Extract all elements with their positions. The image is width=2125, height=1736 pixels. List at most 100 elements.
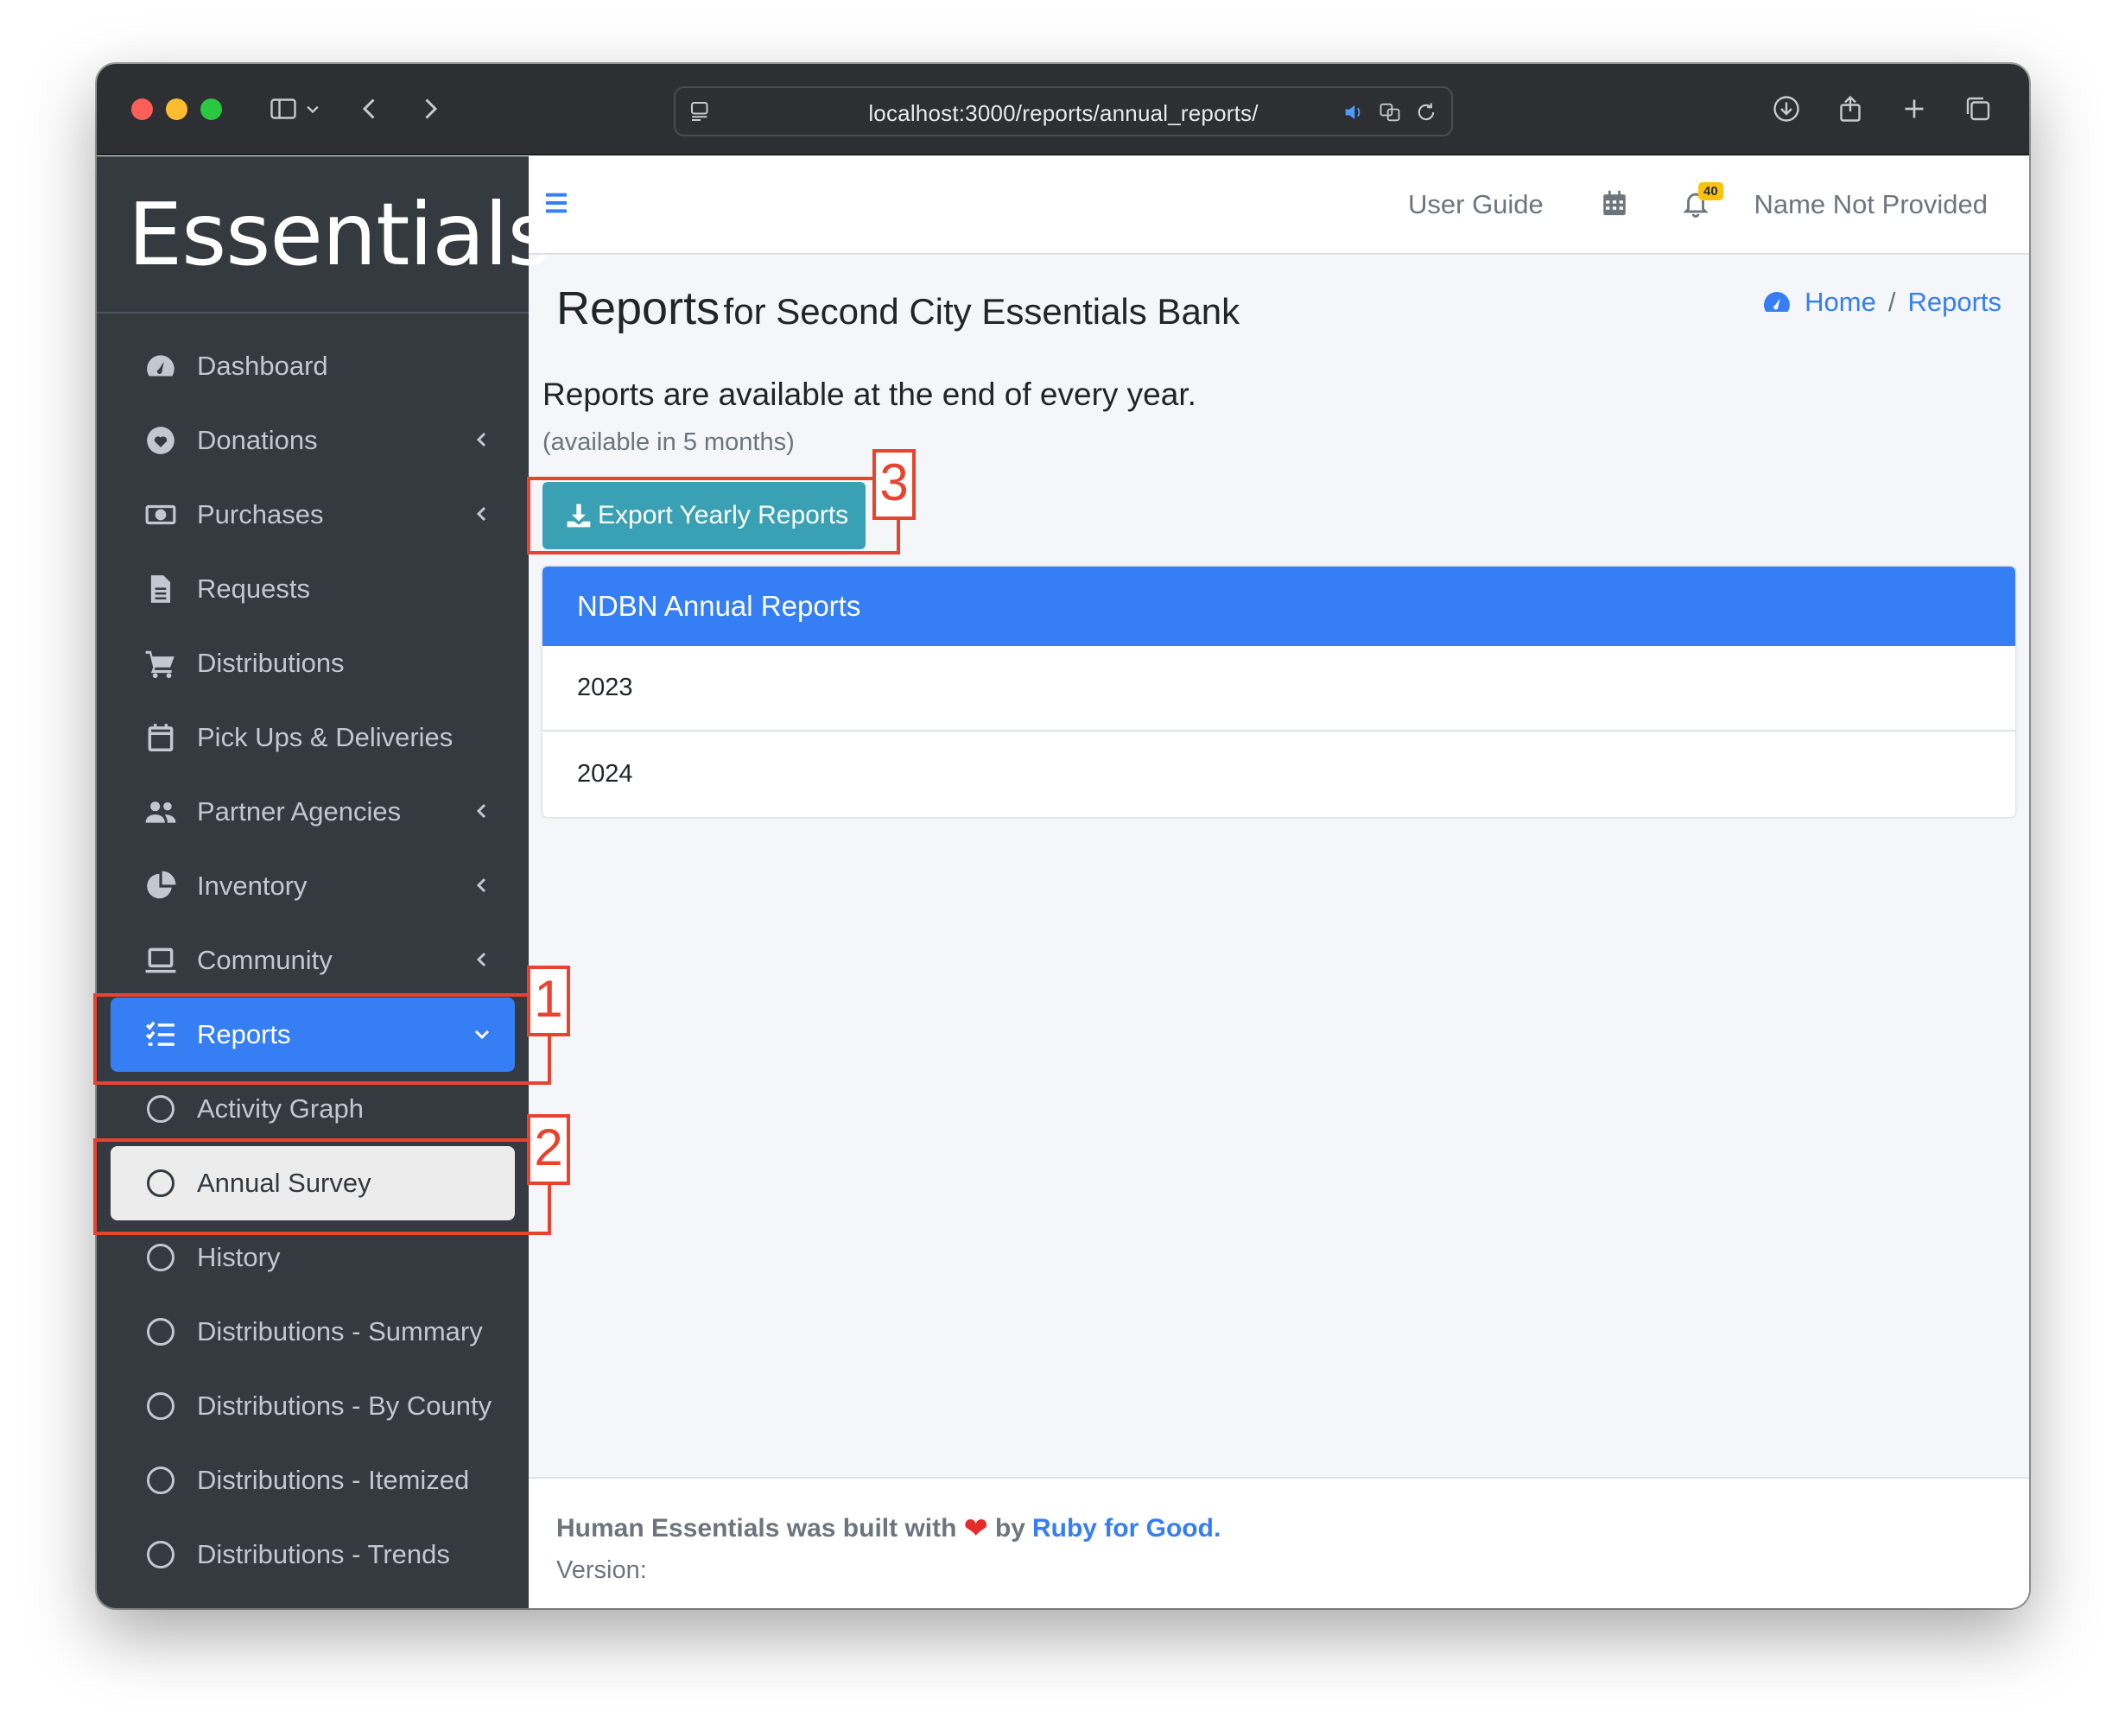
footer: Human Essentials was built with ❤ by Rub…: [529, 1477, 2029, 1608]
reload-icon[interactable]: [1413, 99, 1439, 125]
top-navbar: User Guide 40 Name Not Provided: [529, 156, 2029, 255]
speaker-icon[interactable]: [1341, 99, 1367, 125]
export-yearly-reports-button[interactable]: Export Yearly Reports: [542, 482, 866, 549]
circle-icon: [143, 1389, 178, 1423]
url-text: localhost:3000/reports/annual_reports/: [868, 100, 1259, 126]
sidebar-item-label: Requests: [197, 573, 310, 604]
downloads-icon[interactable]: [1764, 86, 1809, 131]
sidebar-item-dashboard[interactable]: Dashboard: [111, 329, 515, 403]
sidebar-subitem-label: Distributions - Itemized: [197, 1465, 470, 1495]
page-title-main: Reports: [556, 282, 720, 334]
main-content: Reports for Second City Essentials Bank …: [529, 256, 2029, 1477]
sidebar-item-requests[interactable]: Requests: [111, 552, 515, 626]
sidebar: Essentials Dashboard Donations Purchases…: [97, 156, 552, 1608]
file-icon: [143, 572, 178, 606]
browser-window: localhost:3000/reports/annual_reports/ E…: [97, 64, 2029, 1608]
sidebar-subitem-label: Distributions - Trends: [197, 1539, 450, 1569]
sidebar-subitem-label: Activity Graph: [197, 1093, 364, 1124]
sidebar-item-partner-agencies[interactable]: Partner Agencies: [111, 775, 515, 849]
sidebar-subitem-distributions-summary[interactable]: Distributions - Summary: [111, 1295, 515, 1369]
heart-icon: ❤: [963, 1512, 988, 1545]
annual-reports-card: NDBN Annual Reports 2023 2024: [542, 567, 2015, 817]
user-name-menu[interactable]: Name Not Provided: [1754, 189, 1988, 220]
sidebar-nav: Dashboard Donations Purchases Requests D…: [97, 314, 529, 1592]
sidebar-toggle-icon[interactable]: [261, 86, 306, 131]
share-icon[interactable]: [1828, 86, 1873, 131]
sidebar-subitem-label: History: [197, 1242, 281, 1272]
shopping-cart-icon: [143, 646, 178, 681]
sidebar-item-label: Community: [197, 945, 333, 975]
notification-badge: 40: [1698, 182, 1723, 200]
sidebar-subitem-label: Distributions - Summary: [197, 1316, 483, 1346]
footer-version: Version:: [556, 1556, 647, 1584]
chevron-down-icon[interactable]: [301, 86, 325, 131]
circle-icon: [143, 1537, 178, 1572]
chevron-left-icon: [476, 506, 486, 522]
footer-by: by: [994, 1514, 1025, 1543]
money-bill-icon: [143, 497, 178, 532]
circle-icon: [143, 1240, 178, 1275]
annotation-label-3: 3: [872, 449, 916, 520]
sidebar-subitem-history[interactable]: History: [111, 1220, 515, 1295]
footer-credit: Human Essentials was built with ❤ by Rub…: [556, 1511, 2001, 1546]
chevron-left-icon: [476, 878, 486, 893]
chevron-left-icon: [476, 952, 486, 967]
sidebar-subitem-distributions-trends[interactable]: Distributions - Trends: [111, 1517, 515, 1592]
forward-icon[interactable]: [408, 86, 453, 131]
download-icon: [567, 504, 591, 528]
sidebar-item-pickups-deliveries[interactable]: Pick Ups & Deliveries: [111, 700, 515, 775]
minimize-window-button[interactable]: [166, 98, 187, 120]
card-title: NDBN Annual Reports: [542, 567, 2015, 646]
sidebar-item-distributions[interactable]: Distributions: [111, 626, 515, 700]
new-tab-icon[interactable]: [1892, 86, 1937, 131]
tasks-list-icon: [143, 1017, 178, 1052]
users-icon: [143, 795, 178, 829]
availability-message: Reports are available at the end of ever…: [542, 377, 1196, 412]
sidebar-item-inventory[interactable]: Inventory: [111, 849, 515, 923]
sidebar-item-reports[interactable]: Reports: [111, 998, 515, 1072]
hamburger-menu-icon[interactable]: [542, 189, 570, 217]
translate-icon[interactable]: [1377, 99, 1403, 125]
annotation-label-1: 1: [527, 966, 570, 1036]
back-icon[interactable]: [347, 86, 392, 131]
sidebar-subitem-label: Distributions - By County: [197, 1391, 492, 1421]
brand-logo[interactable]: Essentials: [97, 156, 552, 314]
sidebar-item-label: Donations: [197, 425, 318, 455]
address-bar[interactable]: localhost:3000/reports/annual_reports/: [674, 86, 1453, 136]
sidebar-item-label: Inventory: [197, 871, 308, 901]
breadcrumb-current[interactable]: Reports: [1907, 287, 2001, 318]
sidebar-item-purchases[interactable]: Purchases: [111, 478, 515, 552]
sidebar-subitem-distributions-by-county[interactable]: Distributions - By County: [111, 1369, 515, 1443]
sidebar-item-label: Pick Ups & Deliveries: [197, 722, 454, 752]
sidebar-item-community[interactable]: Community: [111, 923, 515, 998]
user-guide-link[interactable]: User Guide: [1408, 189, 1544, 220]
footer-built-with: Human Essentials was built with: [556, 1514, 957, 1543]
sidebar-item-donations[interactable]: Donations: [111, 403, 515, 478]
circle-icon: [143, 1092, 178, 1126]
sidebar-subitem-activity-graph[interactable]: Activity Graph: [111, 1072, 515, 1146]
zoom-window-button[interactable]: [200, 98, 222, 120]
chevron-left-icon: [476, 803, 486, 819]
tachometer-icon: [1764, 292, 1791, 312]
calendar-icon[interactable]: [1600, 187, 1629, 219]
circle-icon: [143, 1166, 178, 1201]
report-year-row[interactable]: 2024: [542, 732, 2015, 817]
report-year-row[interactable]: 2023: [542, 646, 2015, 732]
tachometer-icon: [143, 349, 178, 383]
page-title-sub: for Second City Essentials Bank: [723, 291, 1240, 332]
breadcrumb-home[interactable]: Home: [1805, 287, 1876, 318]
browser-titlebar: localhost:3000/reports/annual_reports/: [97, 64, 2029, 155]
circle-icon: [143, 1315, 178, 1349]
sidebar-subitem-label: Annual Survey: [197, 1168, 371, 1198]
sidebar-subitem-distributions-itemized[interactable]: Distributions - Itemized: [111, 1443, 515, 1517]
circle-icon: [143, 1463, 178, 1498]
breadcrumb: Home / Reports: [1761, 287, 2001, 318]
close-window-button[interactable]: [131, 98, 153, 120]
breadcrumb-separator: /: [1887, 287, 1896, 317]
sidebar-subitem-annual-survey[interactable]: Annual Survey: [111, 1146, 515, 1220]
sidebar-item-label: Dashboard: [197, 351, 328, 381]
ruby-for-good-link[interactable]: Ruby for Good.: [1032, 1514, 1221, 1543]
page-title: Reports for Second City Essentials Bank: [556, 282, 1240, 335]
tab-overview-icon[interactable]: [1956, 86, 2001, 131]
laptop-icon: [143, 943, 178, 978]
